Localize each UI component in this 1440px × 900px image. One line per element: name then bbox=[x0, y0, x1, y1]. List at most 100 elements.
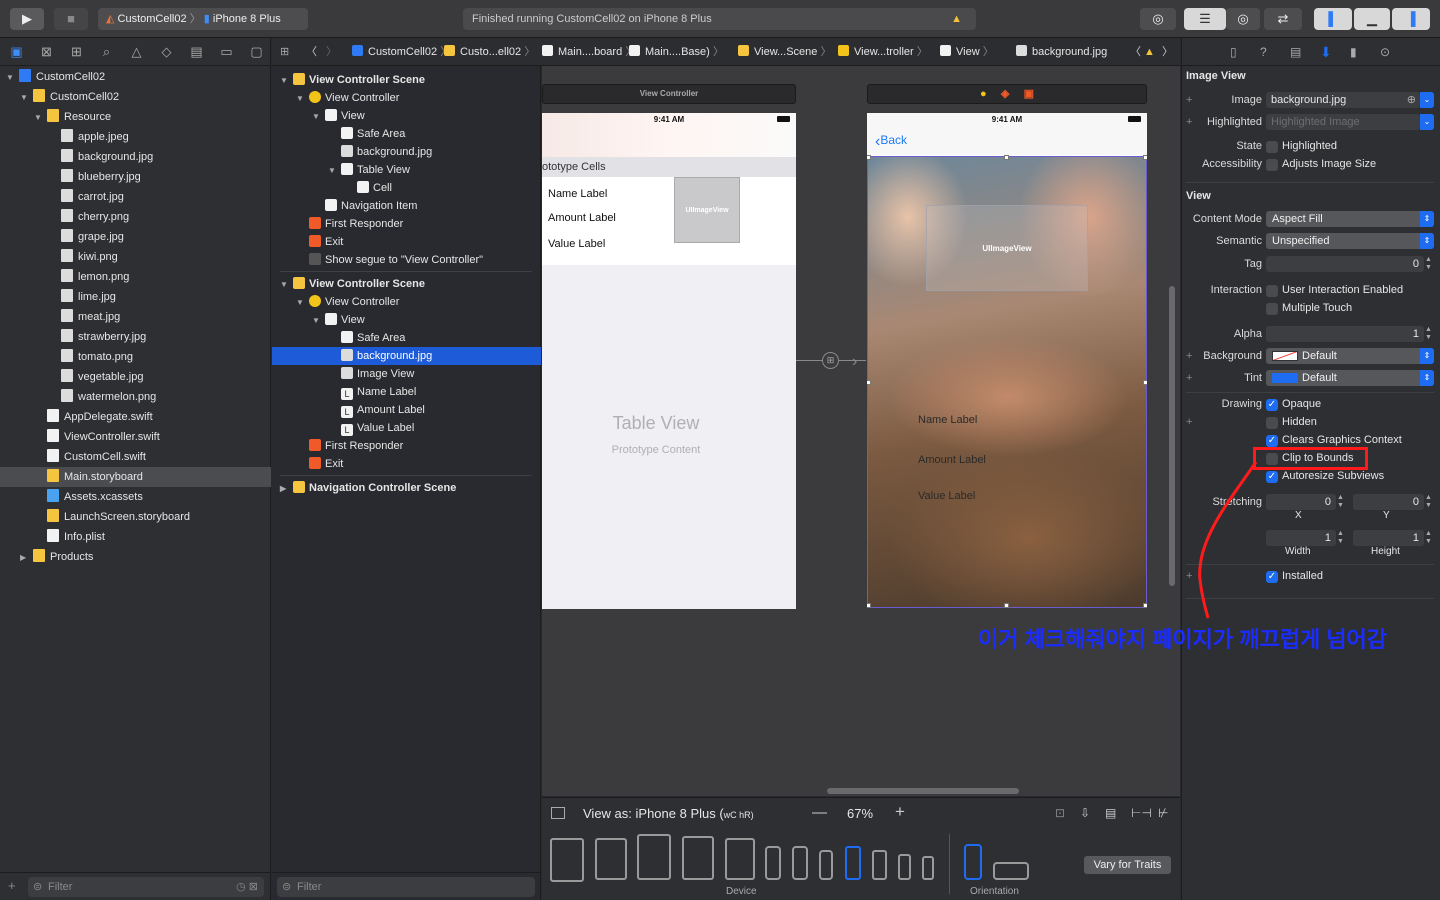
disclosure-open-icon[interactable]: ▼ bbox=[34, 108, 44, 128]
navigator-filter-input[interactable]: ⊜ Filter ◷ ⊠ bbox=[28, 877, 264, 897]
clears-graphics-context-checkbox[interactable]: ✓ bbox=[1266, 435, 1278, 447]
add-variation-icon[interactable]: + bbox=[1186, 416, 1192, 428]
file-tree-item[interactable]: ▼ CustomCell02 bbox=[0, 87, 271, 107]
device-iphone-xs[interactable] bbox=[819, 850, 833, 880]
device-iphone-xs-max[interactable] bbox=[765, 846, 781, 880]
jump-bar-segment[interactable]: View...Scene 〉 bbox=[738, 38, 831, 66]
outline-item[interactable]: ▼ View Controller bbox=[272, 89, 541, 107]
recent-icon[interactable]: ◷ ⊠ bbox=[236, 877, 258, 897]
file-tree-item[interactable]: background.jpg bbox=[0, 147, 271, 167]
warning-icon[interactable]: ▲ bbox=[1144, 38, 1155, 66]
standard-editor-button[interactable]: ☰ bbox=[1184, 8, 1226, 30]
resize-handle[interactable] bbox=[867, 603, 871, 608]
file-tree-item[interactable]: tomato.png bbox=[0, 347, 271, 367]
file-tree-item[interactable]: ▶ Products bbox=[0, 547, 271, 567]
file-tree-item[interactable]: carrot.jpg bbox=[0, 187, 271, 207]
highlighted-image-field[interactable]: Highlighted Image bbox=[1266, 114, 1420, 130]
back-button[interactable]: ‹Back bbox=[875, 133, 907, 151]
image-view[interactable]: UIImageView bbox=[926, 205, 1088, 291]
resize-handle[interactable] bbox=[867, 380, 871, 385]
stretch-x-stepper[interactable]: ▲ ▼ bbox=[1337, 494, 1346, 510]
file-tree-item[interactable]: Assets.xcassets bbox=[0, 487, 271, 507]
file-tree-item[interactable]: lemon.png bbox=[0, 267, 271, 287]
run-button[interactable]: ▶ bbox=[10, 8, 44, 30]
toggle-navigator-button[interactable]: ▌ bbox=[1314, 8, 1352, 30]
file-tree-item[interactable]: watermelon.png bbox=[0, 387, 271, 407]
file-tree-item[interactable]: apple.jpeg bbox=[0, 127, 271, 147]
outline-item[interactable]: L Value Label bbox=[272, 419, 541, 437]
outline-item[interactable]: Safe Area bbox=[272, 329, 541, 347]
file-tree-item[interactable]: strawberry.jpg bbox=[0, 327, 271, 347]
add-icon[interactable]: + bbox=[8, 878, 16, 893]
cell-image-view[interactable]: UIImageView bbox=[674, 177, 740, 243]
stretch-height-stepper[interactable]: ▲ ▼ bbox=[1425, 530, 1434, 546]
file-tree-item[interactable]: grape.jpg bbox=[0, 227, 271, 247]
vary-for-traits-button[interactable]: Vary for Traits bbox=[1084, 856, 1171, 874]
next-issue-icon[interactable]: 〉 bbox=[1162, 38, 1173, 66]
zoom-in-button[interactable]: + bbox=[895, 802, 905, 822]
library-button[interactable]: ◎ bbox=[1140, 8, 1176, 30]
file-tree-item[interactable]: ▼ Resource bbox=[0, 107, 271, 127]
outline-item[interactable]: First Responder bbox=[272, 437, 541, 455]
file-tree-item[interactable]: lime.jpg bbox=[0, 287, 271, 307]
stretch-x-field[interactable]: 0 bbox=[1266, 494, 1336, 510]
multiple-touch-checkbox[interactable] bbox=[1266, 303, 1278, 315]
update-frames-icon[interactable]: ⇩ bbox=[1080, 806, 1090, 820]
disclosure-icon[interactable]: ▼ bbox=[312, 312, 322, 330]
resize-handle[interactable] bbox=[1004, 603, 1009, 608]
stretch-y-stepper[interactable]: ▲ ▼ bbox=[1425, 494, 1434, 510]
outline-item[interactable]: Image View bbox=[272, 365, 541, 383]
add-circle-icon[interactable]: ⊕ bbox=[1407, 92, 1416, 108]
alpha-stepper[interactable]: ▲ ▼ bbox=[1425, 326, 1434, 342]
file-tree-item[interactable]: LaunchScreen.storyboard bbox=[0, 507, 271, 527]
alpha-field[interactable]: 1 bbox=[1266, 326, 1424, 342]
forward-icon[interactable]: 〉 bbox=[326, 38, 337, 66]
outline-item[interactable]: background.jpg bbox=[272, 143, 541, 161]
attributes-icon[interactable]: ⬇ bbox=[1320, 44, 1332, 61]
stretch-width-field[interactable]: 1 bbox=[1266, 530, 1336, 546]
file-tree-item[interactable]: kiwi.png bbox=[0, 247, 271, 267]
disclosure-open-icon[interactable]: ▼ bbox=[20, 88, 30, 108]
assistant-editor-button[interactable]: ◎ bbox=[1226, 8, 1260, 30]
hierarchy-icon[interactable]: ⊞ bbox=[66, 44, 87, 60]
tag-stepper[interactable]: ▲ ▼ bbox=[1425, 256, 1434, 272]
first-responder-icon[interactable]: ◈ bbox=[1001, 88, 1009, 100]
size-icon[interactable]: ▮ bbox=[1350, 45, 1357, 59]
outline-item[interactable]: First Responder bbox=[272, 215, 541, 233]
disclosure-icon[interactable]: ▼ bbox=[280, 72, 290, 90]
file-tree-item[interactable]: AppDelegate.swift bbox=[0, 407, 271, 427]
resize-handle[interactable] bbox=[1143, 155, 1147, 160]
device-iphone-xr[interactable] bbox=[792, 846, 808, 880]
grid-icon[interactable]: ⊞ bbox=[280, 38, 289, 66]
folder-icon[interactable]: ▣ bbox=[6, 44, 27, 60]
name-label[interactable]: Name Label bbox=[548, 188, 607, 200]
outline-item[interactable]: ▼ Table View bbox=[272, 161, 541, 179]
semantic-popup[interactable]: Unspecified ⇕ bbox=[1266, 233, 1434, 249]
file-tree-item[interactable]: cherry.png bbox=[0, 207, 271, 227]
stack-icon[interactable]: ▤ bbox=[1105, 806, 1116, 820]
amount-label[interactable]: Amount Label bbox=[918, 454, 986, 466]
outline-item[interactable]: ▼ View Controller Scene bbox=[272, 275, 541, 293]
resize-handle[interactable] bbox=[1004, 155, 1009, 160]
orientation-landscape[interactable] bbox=[993, 862, 1029, 880]
device-ipad-9[interactable] bbox=[682, 836, 714, 880]
value-label[interactable]: Value Label bbox=[548, 238, 605, 250]
scheme-selector[interactable]: ◭ CustomCell02 〉 ▮ iPhone 8 Plus bbox=[98, 8, 308, 30]
zoom-level[interactable]: 67% bbox=[847, 806, 873, 821]
device-ipad-pro-12[interactable] bbox=[550, 838, 584, 882]
storyboard-canvas[interactable]: View Controller 9:41 AM ototype Cells Na… bbox=[542, 66, 1180, 796]
disclosure-icon[interactable]: ▼ bbox=[296, 294, 306, 312]
outline-item[interactable]: background.jpg bbox=[272, 347, 541, 365]
background-image-view[interactable]: UIImageView Name Label Amount Label Valu… bbox=[867, 156, 1147, 608]
jump-bar-segment[interactable]: CustomCell02 〉 bbox=[352, 38, 451, 66]
source-control-icon[interactable]: ⊠ bbox=[36, 44, 57, 60]
view-controller-scene[interactable]: 9:41 AM ‹Back UIImageView Name Label Amo… bbox=[867, 113, 1147, 608]
help-icon[interactable]: ? bbox=[1260, 45, 1267, 59]
device-ipad-mini[interactable] bbox=[725, 838, 755, 880]
scene-dock[interactable]: ● ◈ ▣ bbox=[867, 84, 1147, 104]
issue-icon[interactable]: △ bbox=[126, 44, 147, 60]
file-tree-item[interactable]: Main.storyboard bbox=[0, 467, 271, 487]
prev-issue-icon[interactable]: 〈 bbox=[1130, 38, 1141, 66]
search-icon[interactable]: ⌕ bbox=[96, 44, 117, 60]
prototype-cell[interactable]: Name Label Amount Label Value Label UIIm… bbox=[542, 177, 796, 265]
